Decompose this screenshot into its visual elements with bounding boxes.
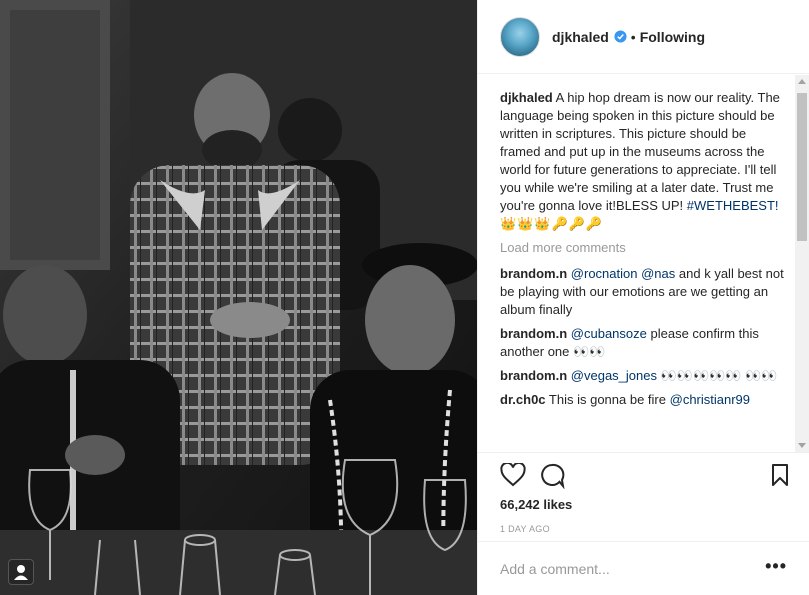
comments-scrollbar[interactable]: [795, 75, 809, 452]
post-timestamp: 1 DAY AGO: [500, 524, 550, 534]
post-header: djkhaled • Following: [478, 0, 809, 74]
verified-badge-icon: [614, 30, 627, 43]
comment-username[interactable]: brandom.n: [500, 368, 567, 383]
comments-list[interactable]: djkhaled A hip hop dream is now our real…: [478, 75, 809, 452]
action-icons: [500, 463, 790, 491]
caption-username[interactable]: djkhaled: [500, 90, 553, 105]
bookmark-icon[interactable]: [770, 463, 790, 487]
likes-count[interactable]: 66,242 likes: [500, 497, 572, 512]
comment-text: This is gonna be fire: [548, 392, 666, 407]
comment-item: brandom.n @rocnation @nas and k yall bes…: [500, 265, 785, 319]
comment-mention[interactable]: @christianr99: [670, 392, 750, 407]
header-username[interactable]: djkhaled: [552, 29, 609, 45]
comment-mention[interactable]: @rocnation: [571, 266, 638, 281]
photo-illustration: [0, 0, 477, 595]
post-caption: djkhaled A hip hop dream is now our real…: [500, 89, 785, 233]
more-options-icon[interactable]: •••: [765, 556, 787, 577]
comment-icon[interactable]: [540, 463, 566, 489]
following-button[interactable]: Following: [640, 29, 705, 45]
scroll-down-icon[interactable]: [798, 443, 806, 448]
avatar[interactable]: [500, 16, 540, 57]
comment-username[interactable]: dr.ch0c: [500, 392, 546, 407]
caption-text: A hip hop dream is now our reality. The …: [500, 90, 780, 213]
caption-emoji: 👑👑👑🔑🔑🔑: [500, 216, 604, 231]
add-comment-input[interactable]: Add a comment...: [500, 561, 610, 577]
comment-item: dr.ch0c This is gonna be fire @christian…: [500, 391, 785, 409]
post-side-panel: djkhaled • Following djkhaled A hip hop …: [477, 0, 809, 595]
heart-icon[interactable]: [500, 463, 526, 487]
comment-mention[interactable]: @nas: [641, 266, 675, 281]
comment-username[interactable]: brandom.n: [500, 266, 567, 281]
tagged-user-glyph: [14, 565, 28, 580]
comment-text: 👀👀👀👀👀 👀👀: [660, 368, 778, 383]
comment-mention[interactable]: @vegas_jones: [571, 368, 657, 383]
header-separator: •: [630, 28, 636, 45]
caption-hashtag[interactable]: #WETHEBEST!: [687, 198, 779, 213]
scroll-up-icon[interactable]: [798, 79, 806, 84]
post-photo[interactable]: [0, 0, 477, 595]
comment-item: brandom.n @vegas_jones 👀👀👀👀👀 👀👀: [500, 367, 785, 385]
add-comment-bar: Add a comment... •••: [478, 541, 809, 595]
tagged-user-icon[interactable]: [8, 559, 34, 585]
comment-item: brandom.n @cubansoze please confirm this…: [500, 325, 785, 361]
comment-username[interactable]: brandom.n: [500, 326, 567, 341]
scrollbar-thumb[interactable]: [797, 93, 807, 241]
load-more-comments[interactable]: Load more comments: [500, 239, 785, 257]
comment-mention[interactable]: @cubansoze: [571, 326, 647, 341]
